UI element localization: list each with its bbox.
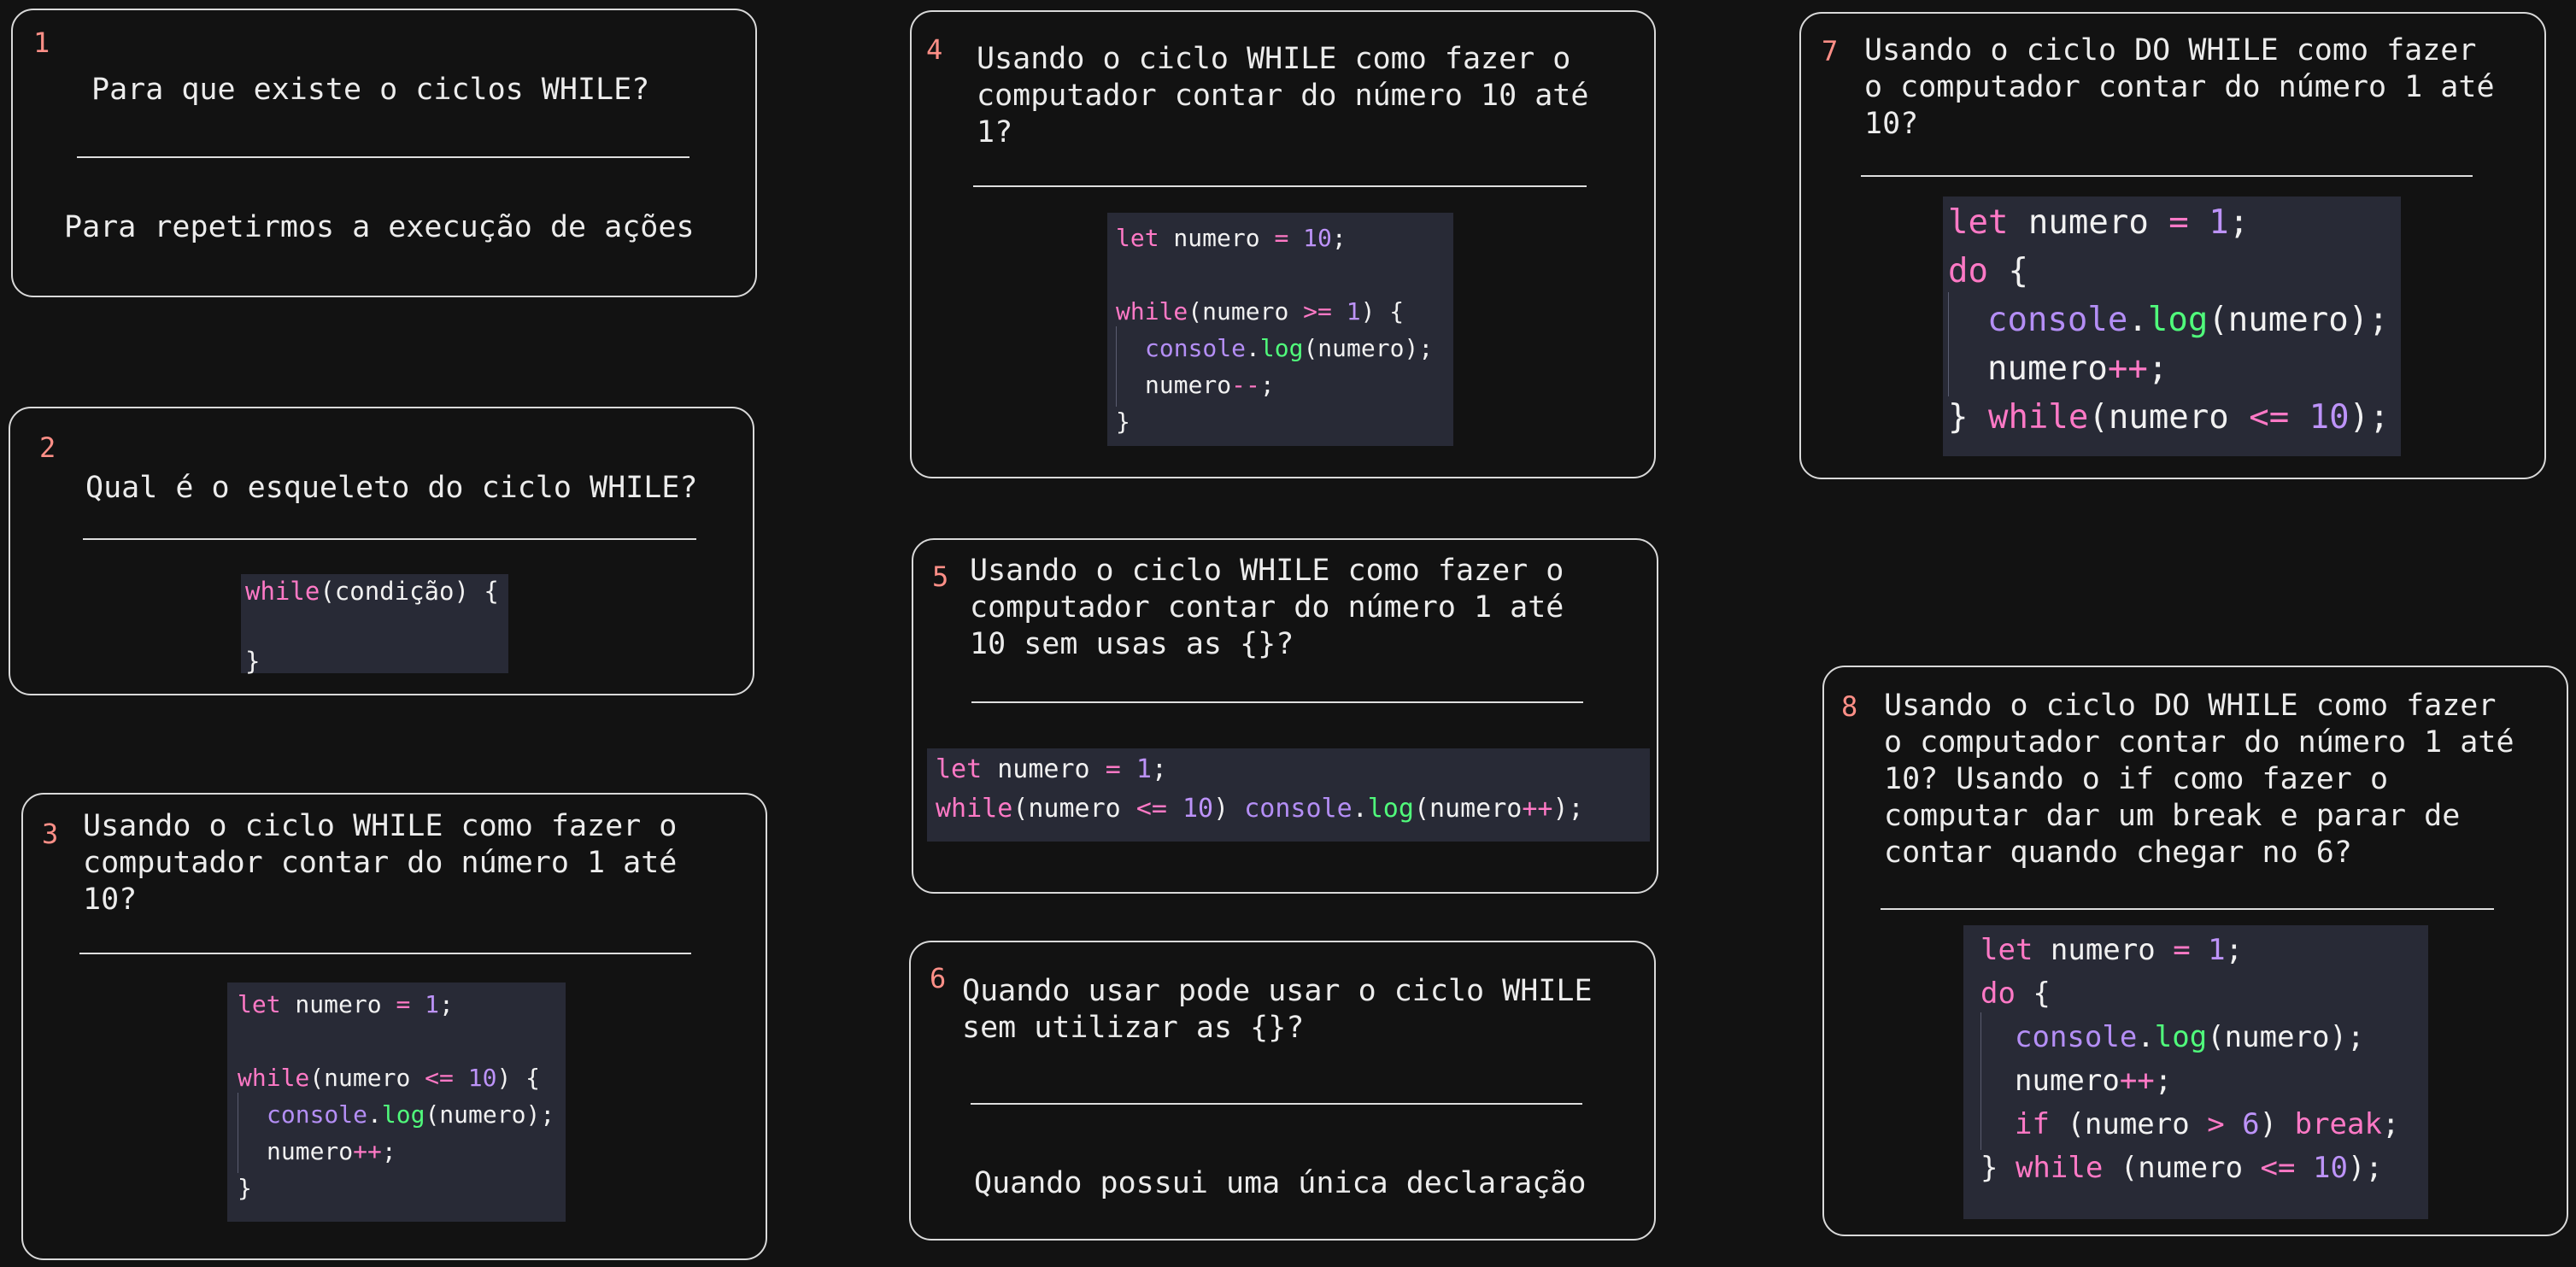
code-line: numero++; <box>1980 1056 2411 1106</box>
card-number: 8 <box>1841 690 1858 723</box>
card-8: 8 Usando o ciclo DO WHILE como fazer o c… <box>1822 666 2568 1236</box>
divider <box>971 1103 1582 1105</box>
card-number: 7 <box>1822 35 1839 67</box>
code-line: while(condição) { <box>245 577 499 606</box>
code-line: } while(numero <= 10); <box>1948 398 2390 437</box>
card-3: 3 Usando o ciclo WHILE como fazer o comp… <box>21 793 767 1260</box>
question-text: Para que existe o ciclos WHILE? <box>91 73 650 107</box>
code-block: let numero = 1; while(numero <= 10) cons… <box>927 748 1650 842</box>
card-number: 2 <box>39 431 56 464</box>
code-block: while(condição) { } <box>241 574 508 676</box>
divider <box>973 185 1587 187</box>
code-line: console.log(numero); <box>1116 326 1445 370</box>
code-line: let numero = 10; <box>1116 224 1347 252</box>
card-number: 3 <box>42 818 59 850</box>
question-text: Usando o ciclo WHILE como fazer o comput… <box>970 554 1564 661</box>
code-line: if (numero > 6) break; <box>1980 1100 2411 1150</box>
divider <box>77 156 689 158</box>
card-5: 5 Usando o ciclo WHILE como fazer o comp… <box>912 538 1658 894</box>
code-line: console.log(numero); <box>1948 292 2396 348</box>
code-line: let numero = 1; <box>1948 203 2250 242</box>
divider <box>971 701 1583 703</box>
code-line: while(numero <= 10) console.log(numero++… <box>936 794 1584 824</box>
code-block: let numero = 1; while(numero <= 10) { co… <box>227 983 566 1222</box>
code-line: do { <box>1980 977 2051 1011</box>
card-number: 5 <box>932 560 949 593</box>
code-line: console.log(numero); <box>1980 1012 2411 1063</box>
code-line: let numero = 1; <box>1980 933 2244 967</box>
code-line: while(numero >= 1) { <box>1116 297 1405 326</box>
question-text: Usando o ciclo DO WHILE como fazer o com… <box>1884 689 2514 870</box>
card-number: 4 <box>926 33 943 66</box>
code-line: } <box>1116 408 1130 436</box>
question-text: Qual é o esqueleto do ciclo WHILE? <box>85 471 698 505</box>
code-block: let numero = 1; do { console.log(numero)… <box>1943 197 2401 456</box>
divider <box>79 953 691 954</box>
card-number: 1 <box>33 26 50 59</box>
card-6: 6 Quando usar pode usar o ciclo WHILE se… <box>909 941 1656 1241</box>
code-line: } while (numero <= 10); <box>1980 1151 2383 1185</box>
code-line: let numero = 1; <box>936 754 1167 784</box>
divider <box>83 538 696 540</box>
code-line: while(numero <= 10) { <box>238 1064 541 1092</box>
code-line: console.log(numero); <box>238 1093 555 1136</box>
card-1: 1 Para que existe o ciclos WHILE? Para r… <box>11 9 757 297</box>
code-line: numero--; <box>1116 363 1445 407</box>
code-block: let numero = 10; while(numero >= 1) { co… <box>1107 213 1453 446</box>
code-line: numero++; <box>1948 341 2396 396</box>
divider <box>1881 908 2494 910</box>
question-text: Usando o ciclo WHILE como fazer o comput… <box>83 809 678 917</box>
card-4: 4 Usando o ciclo WHILE como fazer o comp… <box>910 10 1656 478</box>
code-line: numero++; <box>238 1129 555 1173</box>
code-line: let numero = 1; <box>238 990 454 1018</box>
code-block: let numero = 1; do { console.log(numero)… <box>1963 925 2428 1219</box>
answer-text: Quando possui uma única declaração <box>974 1166 1587 1200</box>
card-number: 6 <box>930 962 947 994</box>
question-text: Quando usar pode usar o ciclo WHILE sem … <box>962 974 1593 1045</box>
code-line: } <box>238 1174 252 1202</box>
code-line: do { <box>1948 252 2028 290</box>
divider <box>1861 175 2473 177</box>
answer-text: Para repetirmos a execução de ações <box>64 210 695 244</box>
code-line: } <box>245 647 261 676</box>
card-7: 7 Usando o ciclo DO WHILE como fazer o c… <box>1799 12 2546 479</box>
question-text: Usando o ciclo DO WHILE como fazer o com… <box>1864 33 2495 141</box>
card-2: 2 Qual é o esqueleto do ciclo WHILE? whi… <box>9 407 754 695</box>
question-text: Usando o ciclo WHILE como fazer o comput… <box>977 42 1589 150</box>
